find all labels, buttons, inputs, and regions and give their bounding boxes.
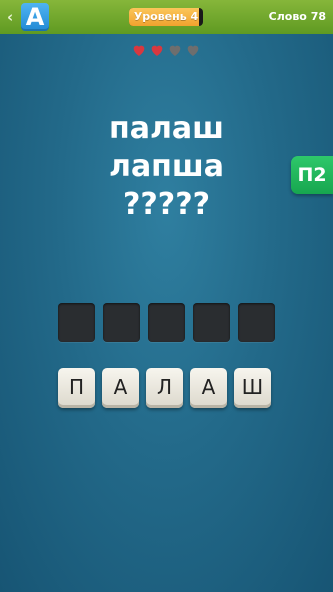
lives-indicator xyxy=(131,42,203,60)
letter-tile[interactable]: Ш xyxy=(234,368,271,408)
letter-tiles: П А Л А Ш xyxy=(58,368,271,408)
puzzle-word-1: палаш xyxy=(108,111,225,146)
level-label: Уровень 4 xyxy=(133,10,199,23)
heart-full-icon xyxy=(133,45,145,56)
answer-slot[interactable] xyxy=(103,303,140,342)
letter-tile[interactable]: А xyxy=(190,368,227,408)
app-logo[interactable]: A xyxy=(21,3,49,31)
heart-full-icon xyxy=(151,45,163,56)
answer-slot[interactable] xyxy=(238,303,275,342)
level-progress-bar: Уровень 4 xyxy=(129,8,203,26)
puzzle-words: палаш лапша ????? xyxy=(0,110,333,224)
word-counter: Слово 78 xyxy=(268,10,326,23)
puzzle-word-2: лапша xyxy=(108,149,225,184)
hint-button[interactable]: П2 xyxy=(291,156,333,194)
back-chevron-icon[interactable]: ‹ xyxy=(7,8,13,26)
letter-tile[interactable]: П xyxy=(58,368,95,408)
letter-tile[interactable]: Л xyxy=(146,368,183,408)
answer-slot[interactable] xyxy=(148,303,185,342)
answer-slot[interactable] xyxy=(58,303,95,342)
heart-empty-icon xyxy=(187,45,199,56)
letter-tile[interactable]: А xyxy=(102,368,139,408)
puzzle-word-unknown: ????? xyxy=(122,187,210,222)
answer-slot[interactable] xyxy=(193,303,230,342)
answer-slots xyxy=(58,303,275,342)
top-bar: ‹ A Уровень 4 Слово 78 xyxy=(0,0,333,34)
heart-empty-icon xyxy=(169,45,181,56)
